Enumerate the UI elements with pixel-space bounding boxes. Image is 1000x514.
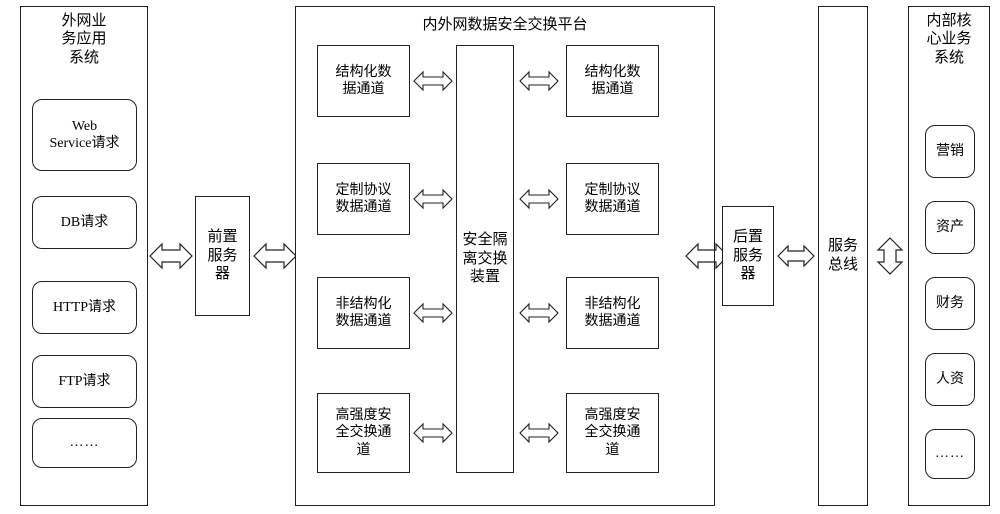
right-item-assets[interactable]: 资产 [925,201,975,254]
platform-right-channel-structured[interactable]: 结构化数 据通道 [566,45,659,117]
arrow-left-to-front-server [148,236,194,276]
left-item-ftp[interactable]: FTP请求 [32,355,137,408]
platform-left-channel-custom-protocol[interactable]: 定制协议 数据通道 [317,163,410,235]
left-item-web-service[interactable]: Web Service请求 [32,99,137,171]
arrow-device-to-right-channel-3 [518,298,560,328]
left-system-panel-title: 外网业 务应用 系统 [61,13,107,66]
platform-right-channel-unstructured[interactable]: 非结构化 数据通道 [566,277,659,349]
arrow-service-bus-to-right-panel [870,236,910,276]
arrow-left-channel-3-to-device [412,298,454,328]
left-item-more[interactable]: …… [32,418,137,468]
platform-right-channel-high-strength[interactable]: 高强度安 全交换通 道 [566,393,659,473]
front-server-box[interactable]: 前置 服务 器 [195,196,250,316]
arrow-left-channel-2-to-device [412,184,454,214]
platform-left-channel-structured[interactable]: 结构化数 据通道 [317,45,410,117]
arrow-left-channel-4-to-device [412,418,454,448]
left-item-http[interactable]: HTTP请求 [32,281,137,334]
right-item-more[interactable]: …… [925,429,975,479]
right-item-finance[interactable]: 财务 [925,277,975,330]
arrow-device-to-right-channel-4 [518,418,560,448]
right-system-panel-title: 内部核 心业务 系统 [926,13,972,66]
service-bus-box[interactable]: 服务 总线 [818,6,868,506]
platform-right-channel-custom-protocol[interactable]: 定制协议 数据通道 [566,163,659,235]
back-server-box[interactable]: 后置 服务 器 [722,206,774,306]
platform-left-channel-high-strength[interactable]: 高强度安 全交换通 道 [317,393,410,473]
arrow-device-to-right-channel-2 [518,184,560,214]
arrow-left-channel-1-to-device [412,66,454,96]
left-item-db[interactable]: DB请求 [32,196,137,249]
platform-center-device[interactable]: 安全隔 离交换 装置 [456,45,514,473]
arrow-back-server-to-service-bus [776,240,816,272]
arrow-front-server-to-platform [252,236,298,276]
platform-left-channel-unstructured[interactable]: 非结构化 数据通道 [317,277,410,349]
right-item-hr[interactable]: 人资 [925,353,975,406]
arrow-device-to-right-channel-1 [518,66,560,96]
diagram-canvas: 外网业 务应用 系统 Web Service请求 DB请求 HTTP请求 FTP… [0,0,1000,514]
right-item-marketing[interactable]: 营销 [925,125,975,178]
platform-panel-title: 内外网数据安全交换平台 [422,17,588,33]
